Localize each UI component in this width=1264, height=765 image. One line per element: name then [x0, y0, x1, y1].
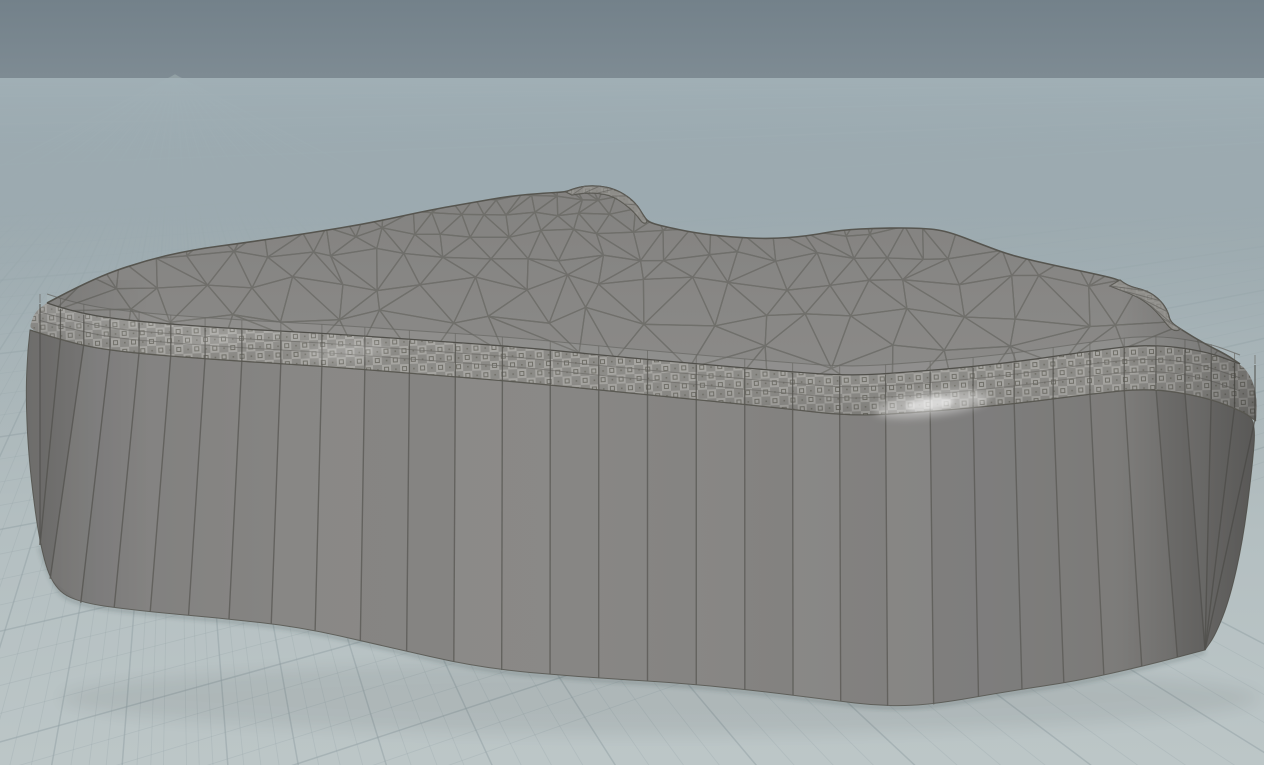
- wall-facet: [502, 380, 551, 675]
- wall-facet: [696, 399, 745, 690]
- wall-facet: [647, 394, 696, 685]
- wall-facet: [930, 407, 978, 705]
- wall-facet: [599, 389, 648, 681]
- wall-facet: [793, 408, 841, 701]
- wall-facet: [454, 376, 503, 670]
- wall-facet: [315, 365, 365, 640]
- wall-facet: [407, 372, 456, 662]
- wall-facet: [550, 384, 599, 678]
- 3d-viewport[interactable]: [0, 0, 1264, 765]
- scene-render: [0, 0, 1264, 765]
- wall-facet: [886, 410, 934, 706]
- wall-facet: [745, 403, 793, 695]
- wall-panel-line: [502, 380, 503, 670]
- wall-facet: [973, 403, 1022, 697]
- wall-facet: [840, 413, 888, 706]
- wall-facet: [360, 369, 409, 652]
